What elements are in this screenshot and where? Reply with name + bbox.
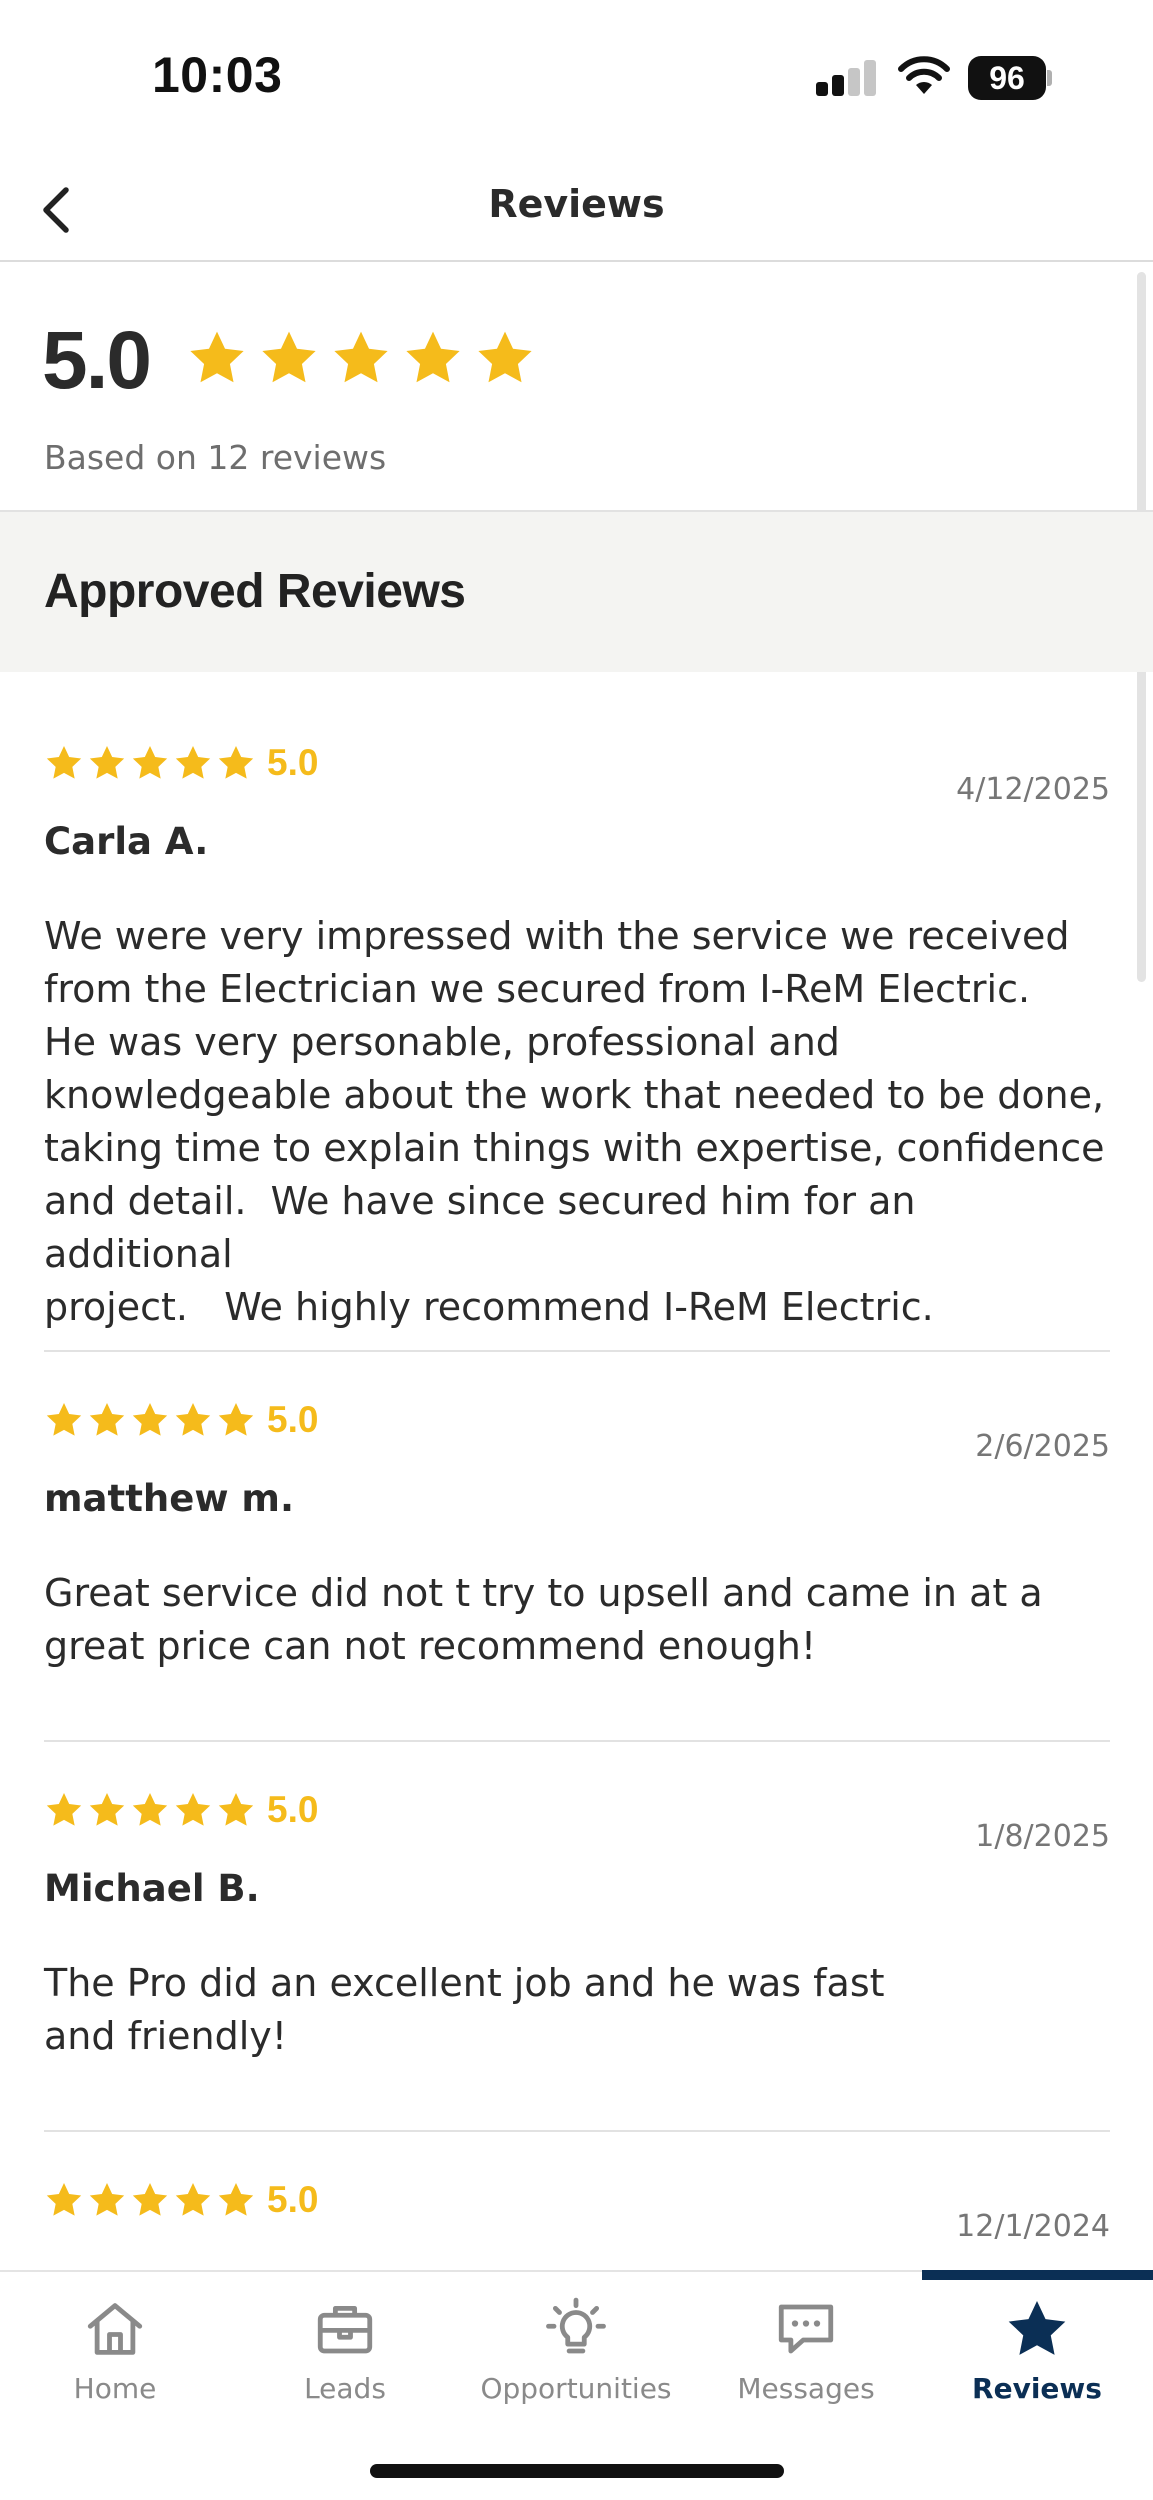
star-icon [218,1793,254,1826]
star-icon [1008,2300,1066,2355]
rating-summary: 5.0 Based on 12 reviews [0,262,1153,512]
review-author: Carla A. [44,820,209,863]
star-icon [218,1403,254,1436]
star-icon [46,1793,82,1826]
review-card: 5.0 12/1/2024 [44,2179,1110,2269]
review-stars: 5.0 [44,1399,318,1441]
section-title: Approved Reviews [44,565,466,618]
wifi-icon [898,56,950,94]
review-card: 5.0 4/12/2025 Carla A. We were very impr… [44,742,1110,1329]
star-icon [89,746,125,779]
star-icon [46,2183,82,2216]
tab-label: Opportunities [480,2372,672,2405]
home-indicator[interactable] [370,2464,784,2478]
review-rating: 5.0 [267,2179,319,2220]
divider [44,2130,1110,2132]
tab-reviews[interactable]: Reviews [922,2296,1152,2426]
overall-stars [186,327,536,389]
status-time: 10:03 [152,47,283,103]
divider [44,1350,1110,1352]
review-author: matthew m. [44,1477,295,1520]
star-icon [132,2183,168,2216]
battery-icon: 96 [968,56,1052,100]
tab-label: Reviews [972,2372,1102,2405]
page-title: Reviews [488,182,665,226]
review-date: 12/1/2024 [956,2209,1110,2244]
star-icon [175,746,211,779]
nav-header: Reviews [0,160,1153,262]
status-bar: 10:03 96 [0,0,1153,160]
cellular-signal-icon [816,60,878,96]
star-icon [190,331,244,383]
tab-label: Leads [304,2372,386,2405]
star-icon [334,331,388,383]
review-card: 5.0 1/8/2025 Michael B. The Pro did an e… [44,1789,1110,2089]
star-icon [132,1403,168,1436]
star-icon [406,331,460,383]
review-count: Based on 12 reviews [44,438,387,477]
review-rating: 5.0 [267,742,319,783]
star-icon [132,1793,168,1826]
home-icon [87,2303,143,2355]
lightbulb-icon [546,2297,606,2354]
star-icon [175,2183,211,2216]
divider [44,1740,1110,1742]
tab-opportunities[interactable]: Opportunities [461,2296,691,2426]
review-rating: 5.0 [267,1789,319,1830]
briefcase-icon [317,2305,373,2354]
tab-leads[interactable]: Leads [230,2296,460,2426]
star-icon [262,331,316,383]
review-stars: 5.0 [44,1789,318,1831]
overall-rating: 5.0 [42,315,152,406]
review-author: Michael B. [44,1867,260,1910]
star-icon [218,2183,254,2216]
message-icon [778,2304,834,2354]
star-icon [46,1403,82,1436]
tab-label: Home [73,2372,157,2405]
star-icon [46,746,82,779]
section-header: Approved Reviews [0,512,1153,672]
tab-home[interactable]: Home [0,2296,230,2426]
tab-label: Messages [737,2372,875,2405]
battery-level: 96 [968,56,1046,100]
star-icon [89,2183,125,2216]
star-icon [175,1793,211,1826]
star-icon [175,1403,211,1436]
tab-messages[interactable]: Messages [691,2296,921,2426]
star-icon [89,1403,125,1436]
review-date: 2/6/2025 [975,1429,1110,1464]
review-text: The Pro did an excellent job and he was … [44,1961,885,2058]
review-rating: 5.0 [267,1399,319,1440]
star-icon [478,331,532,383]
review-date: 4/12/2025 [956,772,1110,807]
review-card: 5.0 2/6/2025 matthew m. Great service di… [44,1399,1110,1699]
review-text: Great service did not t try to upsell an… [44,1571,1043,1668]
star-icon [218,746,254,779]
review-stars: 5.0 [44,742,318,784]
active-tab-indicator [922,2270,1153,2280]
review-text: We were very impressed with the service … [44,914,1105,1329]
star-icon [132,746,168,779]
review-date: 1/8/2025 [975,1819,1110,1854]
review-stars: 5.0 [44,2179,318,2221]
star-icon [89,1793,125,1826]
